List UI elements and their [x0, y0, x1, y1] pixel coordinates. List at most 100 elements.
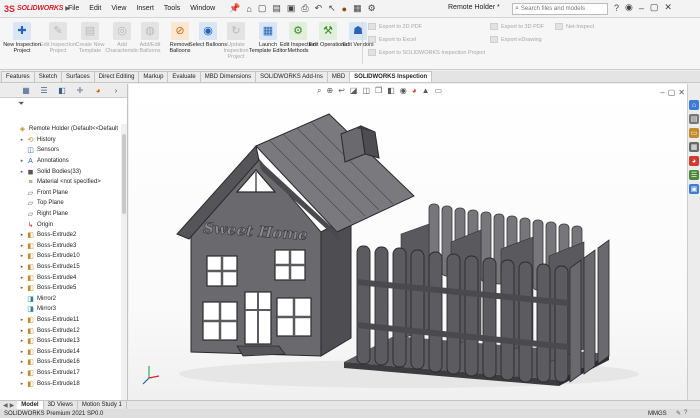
file-properties-icon[interactable]: ▦ — [353, 3, 362, 14]
tree-item[interactable]: ◨ Mirror2 — [0, 294, 56, 305]
tab-features[interactable]: Features — [1, 71, 35, 82]
scrollbar-thumb[interactable] — [122, 134, 126, 214]
expand-arrow-icon[interactable]: ▸ — [18, 243, 26, 249]
last-tab-icon[interactable]: ▶ — [10, 402, 15, 409]
bottom-tab-motion-study-1[interactable]: Motion Study 1 — [78, 401, 127, 409]
minimize-icon[interactable]: – — [639, 3, 644, 13]
tab-solidworks-add-ins[interactable]: SOLIDWORKS Add-Ins — [255, 71, 328, 82]
tree-root-part[interactable]: ◈ Remote Holder (Default<<Default — [0, 124, 118, 135]
print-icon[interactable]: ⎙ — [301, 3, 308, 14]
menu-edit[interactable]: Edit — [89, 5, 101, 12]
dimxpert-tab-icon[interactable]: ✛ — [72, 85, 88, 96]
expand-arrow-icon[interactable]: ▸ — [18, 338, 26, 344]
net-inspect-button[interactable]: Net-Inspect — [555, 23, 594, 30]
tree-item[interactable]: ▱ Right Plane — [0, 209, 68, 220]
tree-item[interactable]: ▸ ◧ Boss-Extrude17 — [0, 368, 80, 379]
tree-item[interactable]: ▸ ◧ Boss-Extrude4 — [0, 272, 77, 283]
tree-item[interactable]: ▸ ◧ Boss-Extrude11 — [0, 315, 80, 326]
tree-item[interactable]: ▸ A Annotations — [0, 156, 69, 167]
tree-item[interactable]: ▱ Front Plane — [0, 188, 68, 199]
custom-properties-icon[interactable]: ☰ — [689, 170, 699, 180]
feature-tree-scrollbar[interactable] — [121, 124, 127, 400]
tab-direct-editing[interactable]: Direct Editing — [93, 71, 140, 82]
export-inspection-project-button[interactable]: Export to SOLIDWORKS Inspection Project — [368, 49, 485, 56]
display-tab-icon[interactable]: ◕ — [90, 85, 106, 96]
tree-item[interactable]: ▸ ◧ Boss-Extrude2 — [0, 230, 77, 241]
tree-item[interactable]: ▸ ◧ Boss-Extrude13 — [0, 336, 80, 347]
search-box[interactable]: ⌕ Search files and models — [512, 3, 608, 15]
tree-item[interactable]: ▸ ◧ Boss-Extrude16 — [0, 357, 80, 368]
undo-icon[interactable]: ↶ — [315, 3, 323, 14]
expand-arrow-icon[interactable]: ▸ — [18, 349, 26, 355]
tab-solidworks-inspection[interactable]: SOLIDWORKS Inspection — [349, 71, 433, 82]
tree-item[interactable]: ▸ ◧ Boss-Extrude14 — [0, 347, 80, 358]
tree-item[interactable]: ▸ ◧ Boss-Extrude15 — [0, 262, 80, 273]
tab-sketch[interactable]: Sketch — [33, 71, 63, 82]
featuremanager-tab-icon[interactable]: ▦ — [18, 85, 34, 96]
house-model[interactable]: Sweet Home — [129, 84, 687, 400]
rebuild-icon[interactable]: ● — [342, 4, 347, 14]
tree-item[interactable]: ◫ Sensors — [0, 145, 59, 156]
select-icon[interactable]: ↖ — [328, 3, 336, 14]
home-icon[interactable]: ⌂ — [246, 4, 251, 14]
expand-arrow-icon[interactable]: ▸ — [18, 264, 26, 270]
tab-mbd[interactable]: MBD — [326, 71, 351, 82]
expand-arrow-icon[interactable]: ▸ — [18, 232, 26, 238]
bottom-tab-3d-views[interactable]: 3D Views — [44, 401, 78, 409]
propertymanager-tab-icon[interactable]: ☰ — [36, 85, 52, 96]
export-2d-pdf-button[interactable]: Export to 2D PDF — [368, 23, 422, 30]
expand-arrow-icon[interactable]: ▸ — [18, 285, 26, 291]
restore-icon[interactable]: ▢ — [650, 2, 659, 13]
first-tab-icon[interactable]: ◀ — [3, 402, 8, 409]
expand-arrow-icon[interactable]: ▸ — [18, 158, 26, 164]
tab-evaluate[interactable]: Evaluate — [167, 71, 201, 82]
filter-icon[interactable]: ⏷ — [0, 98, 127, 110]
export-3d-pdf-button[interactable]: Export to 3D PDF — [490, 23, 544, 30]
expand-arrow-icon[interactable]: ▸ — [18, 381, 26, 387]
view-palette-icon[interactable]: ▦ — [689, 142, 699, 152]
tab-mbd-dimensions[interactable]: MBD Dimensions — [199, 71, 257, 82]
save-icon[interactable]: ▣ — [287, 3, 296, 14]
tree-item[interactable]: ▸ ◧ Boss-Extrude12 — [0, 325, 80, 336]
new-document-icon[interactable]: ▢ — [258, 3, 267, 14]
more-tabs-icon[interactable]: › — [108, 85, 124, 96]
solidworks-logo[interactable]: 3S SOLIDWORKS ▶ — [0, 4, 70, 14]
expand-arrow-icon[interactable]: ▸ — [18, 317, 26, 323]
expand-arrow-icon[interactable]: ▸ — [18, 275, 26, 281]
menu-view[interactable]: View — [111, 5, 126, 12]
menu-file[interactable]: File — [68, 5, 79, 12]
expand-arrow-icon[interactable]: ▸ — [18, 137, 26, 143]
menu-insert[interactable]: Insert — [136, 5, 154, 12]
graphics-area[interactable]: ⌕ ⊕ ↩ ◪ ◫ ❒ ◧ ◉ ◕ ▲ ▭ – ▢ ✕ Sweet Home — [129, 84, 687, 400]
file-explorer-icon[interactable]: ▭ — [689, 128, 699, 138]
export-edrawing-button[interactable]: Export eDrawing — [490, 36, 542, 43]
tree-item[interactable]: ▸ ◼ Solid Bodies(33) — [0, 166, 81, 177]
new-inspection-project-button[interactable]: ✚ New Inspection Project — [2, 22, 42, 54]
menu-tools[interactable]: Tools — [164, 5, 180, 12]
expand-arrow-icon[interactable]: ▸ — [18, 169, 26, 175]
tree-item[interactable]: ▸ ◧ Boss-Extrude10 — [0, 251, 80, 262]
configuration-tab-icon[interactable]: ◧ — [54, 85, 70, 96]
pin-icon[interactable]: 📌 — [229, 3, 240, 14]
tab-surfaces[interactable]: Surfaces — [61, 71, 95, 82]
tree-item[interactable]: ▸ ◧ Boss-Extrude5 — [0, 283, 77, 294]
close-icon[interactable]: ✕ — [664, 2, 672, 13]
rebuild-status-icon[interactable]: ✎ — [676, 410, 681, 417]
appearances-icon[interactable]: ◕ — [689, 156, 699, 166]
help-icon[interactable]: ? — [614, 3, 619, 13]
help-status-icon[interactable]: ? — [684, 410, 687, 417]
search-input[interactable]: Search files and models — [521, 6, 585, 12]
tree-item[interactable]: ▸ ⟲ History — [0, 135, 56, 146]
tab-markup[interactable]: Markup — [138, 71, 169, 82]
user-icon[interactable]: ◉ — [625, 2, 633, 13]
open-icon[interactable]: ▤ — [272, 3, 281, 14]
expand-arrow-icon[interactable]: ▸ — [18, 370, 26, 376]
menu-window[interactable]: Window — [190, 5, 215, 12]
forum-icon[interactable]: ▣ — [689, 184, 699, 194]
expand-arrow-icon[interactable]: ▸ — [18, 253, 26, 259]
unit-system-button[interactable]: MMGS — [648, 411, 667, 417]
resources-icon[interactable]: ⌂ — [689, 100, 699, 110]
options-icon[interactable]: ⚙ — [368, 3, 376, 14]
tree-item[interactable]: ▸ ◧ Boss-Extrude18 — [0, 378, 80, 389]
tree-item[interactable]: ▱ Top Plane — [0, 198, 64, 209]
